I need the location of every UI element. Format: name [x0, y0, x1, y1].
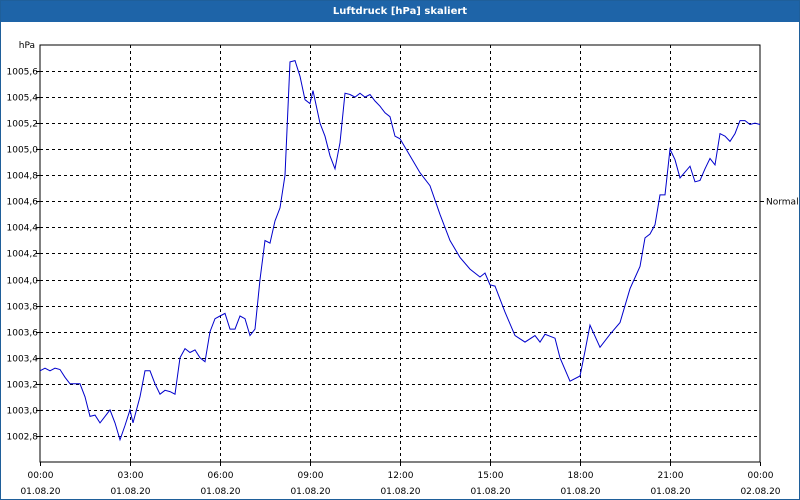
- y-tick-label: 1002,8: [7, 433, 39, 443]
- y-tick-label: 1003,4: [7, 355, 39, 365]
- x-tick-date-label: 01.08.20: [470, 487, 510, 497]
- y-tick-label: 1004,4: [7, 224, 39, 234]
- y-tick-label: 1005,0: [7, 146, 39, 156]
- chart-window: Luftdruck [hPa] skaliert 1002,8 1003,0 100…: [0, 0, 800, 500]
- x-tick-time-label: 09:00: [298, 471, 324, 481]
- x-tick-time-label: 00:00: [28, 471, 54, 481]
- y-tick-label: 1003,6: [7, 329, 39, 339]
- y-axis-label: hPa: [19, 41, 35, 51]
- x-tick-time-label: 21:00: [658, 471, 684, 481]
- x-tick-time-label: 18:00: [568, 471, 594, 481]
- x-tick-time-label: 15:00: [478, 471, 504, 481]
- x-tick-date-label: 01.08.20: [290, 487, 330, 497]
- y-tick-label: 1005,6: [7, 68, 39, 78]
- x-tick-time-label: 12:00: [388, 471, 414, 481]
- y-tick-label: 1003,2: [7, 381, 39, 391]
- x-tick-date-label: 01.08.20: [560, 487, 600, 497]
- x-tick-time-label: 03:00: [118, 471, 144, 481]
- x-tick-date-label: 01.08.20: [20, 487, 60, 497]
- y-tick-label: 1004,8: [7, 172, 39, 182]
- x-tick-time-label: 00:00: [748, 471, 774, 481]
- reference-label: Normal: [766, 198, 799, 208]
- y-tick-label: 1003,8: [7, 303, 39, 313]
- x-tick-date-label: 01.08.20: [650, 487, 690, 497]
- x-tick-date-label: 01.08.20: [200, 487, 240, 497]
- y-tick-label: 1004,0: [7, 277, 39, 287]
- y-tick-label: 1004,2: [7, 250, 39, 260]
- x-tick-date-label: 01.08.20: [110, 487, 150, 497]
- y-tick-label: 1005,2: [7, 120, 39, 130]
- x-tick-date-label: 01.08.20: [380, 487, 420, 497]
- chart-area: 1002,8 1003,0 1003,2 1003,4 1003,6 1003,8 1004…: [7, 41, 799, 497]
- x-tick-time-label: 06:00: [208, 471, 234, 481]
- y-tick-label: 1004,6: [7, 198, 39, 208]
- y-tick-label: 1005,4: [7, 94, 39, 104]
- x-tick-date-label: 02.08.20: [740, 487, 780, 497]
- y-tick-label: 1003,0: [7, 407, 39, 417]
